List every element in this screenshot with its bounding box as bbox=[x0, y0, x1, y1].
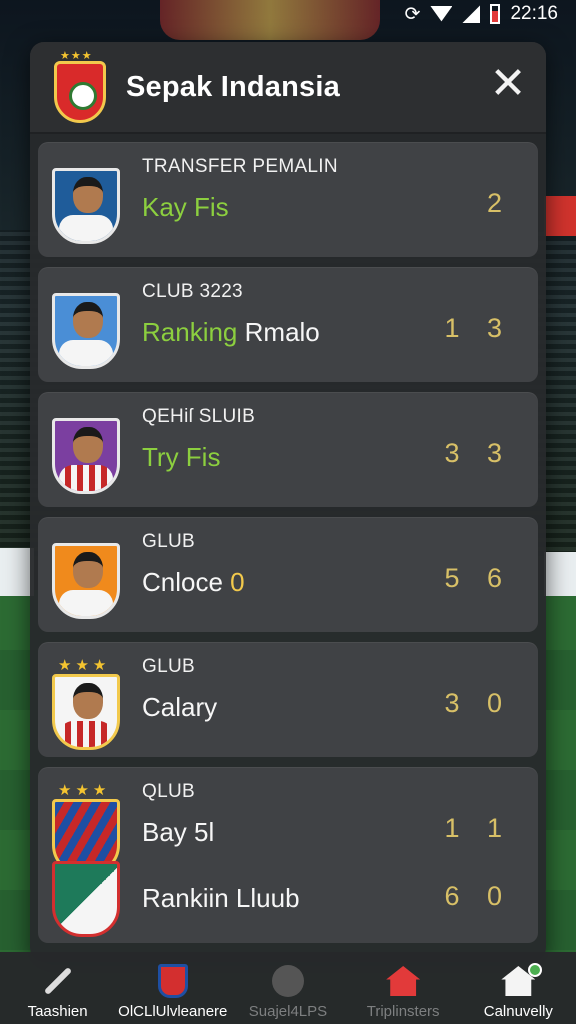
stadium-sign bbox=[544, 196, 576, 236]
card-name: Ranking Rmalo bbox=[142, 317, 320, 347]
nav-label: Triplinsters bbox=[366, 1003, 440, 1020]
house-icon bbox=[347, 961, 459, 1001]
card-value: 1 3 bbox=[444, 313, 512, 343]
nav-label: Suajel4LPS bbox=[248, 1003, 328, 1020]
card-label: QLUB bbox=[142, 781, 195, 802]
sync-icon: ⟳ bbox=[404, 3, 421, 25]
panel-header: ★★★ Sepak Indansia ✕ bbox=[30, 42, 546, 134]
list-item[interactable]: ★★★ QLUB Bay 5l 1 1 Rankiin Lluub 6 0 bbox=[38, 767, 538, 943]
card-name: Cnloce 0 bbox=[142, 567, 245, 597]
battery-icon bbox=[490, 4, 501, 24]
ad-board-left bbox=[0, 548, 34, 596]
sub-list-item[interactable]: Rankiin Lluub 6 0 bbox=[38, 855, 538, 941]
card-label: GLUB bbox=[142, 656, 195, 677]
circle-icon bbox=[232, 961, 344, 1001]
card-label: CLUB 3223 bbox=[142, 281, 243, 302]
card-value: 1 1 bbox=[444, 813, 512, 843]
club-crest-icon bbox=[117, 961, 229, 1001]
card-value: 6 0 bbox=[444, 881, 512, 911]
card-name: Kay Fis bbox=[142, 192, 229, 222]
card-name: Calary bbox=[142, 692, 218, 722]
home-icon bbox=[462, 961, 574, 1001]
card-name: Try Fis bbox=[142, 442, 221, 472]
player-avatar bbox=[52, 418, 120, 494]
card-label: QEHiſ SLUIB bbox=[142, 406, 256, 427]
slash-icon bbox=[2, 961, 114, 1001]
card-value: 3 3 bbox=[444, 438, 512, 468]
list-item[interactable]: CLUB 3223 Ranking Rmalo 1 3 bbox=[38, 267, 538, 382]
list-item[interactable]: ★★★ GLUB Calary 3 0 bbox=[38, 642, 538, 757]
nav-label: Calnuvelly bbox=[483, 1003, 553, 1020]
wifi-icon bbox=[430, 6, 452, 22]
nav-label: Taashien bbox=[27, 1003, 88, 1020]
bottom-navigation: Taashien OlCLlUlvleanere Suajel4LPS Trip… bbox=[0, 952, 576, 1024]
list-item[interactable]: TRANSFER PEMALIN Kay Fis 2 bbox=[38, 142, 538, 257]
card-value: 5 6 bbox=[444, 563, 512, 593]
status-time: 22:16 bbox=[510, 3, 558, 24]
nav-item-club[interactable]: OlCLlUlvleanere bbox=[117, 961, 229, 1020]
card-value: 3 0 bbox=[444, 688, 512, 718]
close-button[interactable]: ✕ bbox=[488, 59, 528, 108]
app-crest-icon: ★★★ bbox=[52, 50, 108, 125]
status-bar: ⟳ 22:16 bbox=[376, 0, 576, 28]
list-item[interactable]: GLUB Cnloce 0 5 6 bbox=[38, 517, 538, 632]
stars-icon: ★★★ bbox=[58, 657, 111, 674]
player-avatar bbox=[52, 168, 120, 244]
nav-item-triplinsters[interactable]: Triplinsters bbox=[347, 961, 459, 1020]
page-title: Sepak Indansia bbox=[126, 70, 340, 103]
signal-icon bbox=[462, 5, 481, 23]
card-value: 2 bbox=[486, 188, 512, 218]
club-badge-icon bbox=[52, 861, 120, 937]
nav-item-calnuvelly[interactable]: Calnuvelly bbox=[462, 961, 574, 1020]
player-avatar bbox=[52, 543, 120, 619]
nav-item-suajel[interactable]: Suajel4LPS bbox=[232, 961, 344, 1020]
close-icon: ✕ bbox=[489, 59, 527, 108]
nav-label: OlCLlUlvleanere bbox=[118, 1003, 228, 1020]
card-name: Bay 5l bbox=[142, 817, 215, 847]
nav-item-taashien[interactable]: Taashien bbox=[2, 961, 114, 1020]
card-label: TRANSFER PEMALIN bbox=[142, 156, 338, 177]
list-item[interactable]: QEHiſ SLUIB Try Fis 3 3 bbox=[38, 392, 538, 507]
notification-dot bbox=[528, 963, 543, 977]
stars-icon: ★★★ bbox=[58, 782, 111, 799]
card-label: GLUB bbox=[142, 531, 195, 552]
player-avatar bbox=[52, 293, 120, 369]
stadium-banner bbox=[160, 0, 380, 40]
card-name: Rankiin Lluub bbox=[142, 883, 300, 913]
club-list: TRANSFER PEMALIN Kay Fis 2 CLUB 3223 Ran… bbox=[30, 134, 546, 943]
ad-board-right bbox=[544, 552, 576, 596]
club-badge-icon bbox=[52, 674, 120, 750]
club-panel: ★★★ Sepak Indansia ✕ TRANSFER PEMALIN Ka… bbox=[30, 42, 546, 962]
